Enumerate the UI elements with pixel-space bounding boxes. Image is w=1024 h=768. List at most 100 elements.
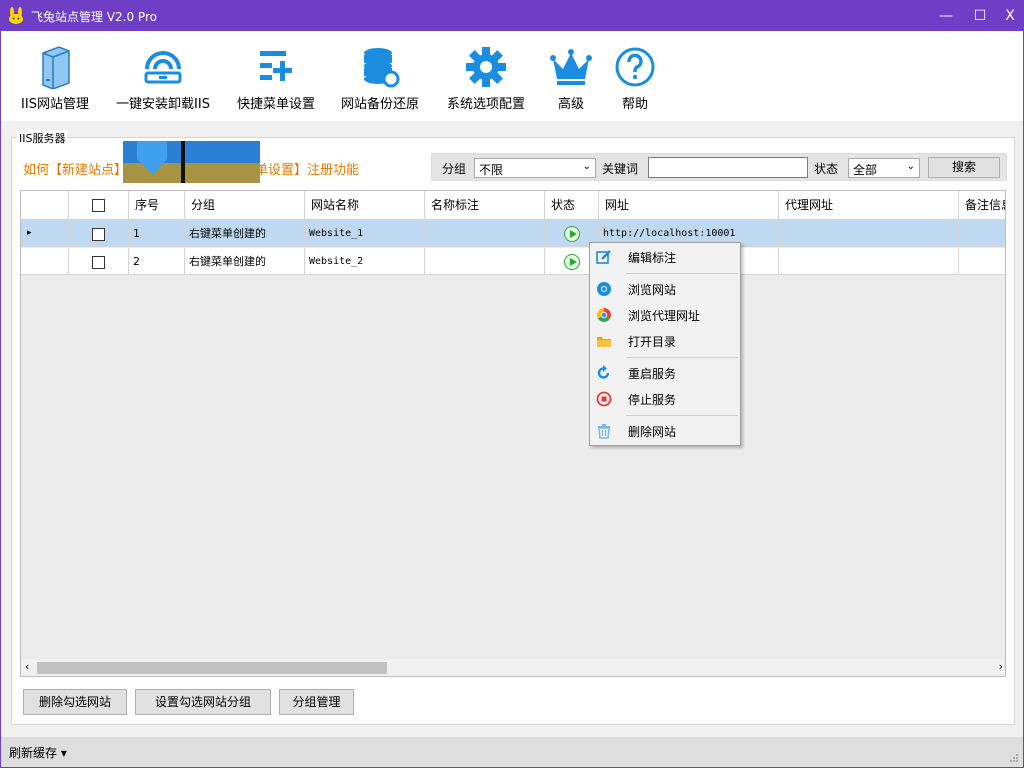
- chrome-icon: [597, 308, 611, 322]
- toolbar-label: 帮助: [621, 97, 648, 112]
- row-proxy: [779, 248, 959, 275]
- row-index: 2: [129, 248, 185, 275]
- install-disk-icon: [144, 51, 182, 84]
- browser-icon: [597, 282, 611, 296]
- edit-icon: [596, 250, 611, 264]
- row-site-name: Website_2: [305, 248, 425, 275]
- scroll-left-icon[interactable]: ‹: [25, 660, 29, 673]
- toolbar-advanced[interactable]: 高级: [547, 45, 595, 112]
- menu-item-stop[interactable]: 停止服务: [590, 387, 740, 411]
- toolbar-backup[interactable]: 网站备份还原: [335, 45, 425, 112]
- resize-grip-icon[interactable]: [1009, 753, 1019, 763]
- row-group: 右键菜单创建的: [185, 220, 305, 247]
- title-bar: 飞兔站点管理 V2.0 Pro — ☐ X: [1, 1, 1023, 31]
- header-site-name[interactable]: 网站名称: [305, 191, 425, 220]
- maximize-button[interactable]: ☐: [963, 1, 997, 31]
- menu-item-delete-site[interactable]: 删除网站: [590, 419, 740, 443]
- chevron-down-icon: ⌄: [582, 161, 591, 172]
- window-title: 飞兔站点管理 V2.0 Pro: [31, 10, 157, 24]
- close-button[interactable]: X: [993, 1, 1024, 31]
- menu-item-restart[interactable]: 重启服务: [590, 361, 740, 385]
- status-label: 状态: [814, 162, 839, 176]
- rabbit-logo-icon: [9, 7, 23, 24]
- running-status-icon[interactable]: [563, 226, 580, 242]
- context-menu: 编辑标注 浏览网站 浏览代理网址 打开目录 重启服务 停止服务 删除网站: [589, 242, 741, 446]
- select-all-checkbox[interactable]: [92, 199, 105, 212]
- filter-bar: 分组 不限 ⌄ 关键词 状态 全部 ⌄ 搜索: [431, 153, 1007, 181]
- toolbar-label: 系统选项配置: [446, 97, 525, 112]
- database-icon: [364, 48, 400, 88]
- row-site-name: Website_1: [305, 220, 425, 247]
- chevron-down-icon: ⌄: [906, 161, 915, 172]
- delete-checked-button[interactable]: 删除勾选网站: [23, 689, 127, 715]
- row-remark: [425, 248, 545, 275]
- toolbar-install-iis[interactable]: 一键安装卸载IIS: [109, 45, 217, 112]
- toolbar-label: IIS网站管理: [21, 97, 89, 112]
- table-header: 序号 分组 网站名称 名称标注 状态 网址 代理网址 备注信息: [21, 191, 1005, 220]
- menu-item-browse-proxy[interactable]: 浏览代理网址: [590, 303, 740, 327]
- row-checkbox[interactable]: [92, 255, 105, 269]
- group-filter-label: 分组: [442, 162, 467, 176]
- row-index: 1: [129, 220, 185, 247]
- list-add-icon: [260, 51, 292, 81]
- hint-right: 单设置】注册功能: [255, 163, 360, 178]
- group-manage-button[interactable]: 分组管理: [279, 689, 354, 715]
- hint-left: 如何【新建站点】: [23, 163, 128, 178]
- row-checkbox-cell[interactable]: [69, 220, 129, 247]
- menu-separator: [626, 273, 738, 274]
- header-select-all[interactable]: [69, 191, 129, 220]
- gear-icon: [466, 47, 506, 87]
- banner-image: [123, 141, 260, 183]
- horizontal-scrollbar[interactable]: ‹ ›: [21, 659, 1005, 676]
- header-note[interactable]: 备注信息: [959, 191, 1005, 220]
- toolbar-quick-menu[interactable]: 快捷菜单设置: [231, 45, 321, 112]
- keyword-label: 关键词: [602, 162, 639, 176]
- toolbar-label: 快捷菜单设置: [236, 97, 315, 112]
- header-proxy[interactable]: 代理网址: [779, 191, 959, 220]
- scroll-right-icon[interactable]: ›: [999, 660, 1003, 673]
- website-table: 序号 分组 网站名称 名称标注 状态 网址 代理网址 备注信息 ▸ 1 右键菜单…: [20, 190, 1006, 677]
- table-row[interactable]: 2 右键菜单创建的 Website_2: [21, 248, 1005, 275]
- keyword-input[interactable]: [648, 157, 808, 178]
- row-group: 右键菜单创建的: [185, 248, 305, 275]
- row-checkbox[interactable]: [92, 227, 105, 241]
- menu-item-browse-site[interactable]: 浏览网站: [590, 277, 740, 301]
- folder-icon: [597, 337, 611, 347]
- row-checkbox-cell[interactable]: [69, 248, 129, 275]
- toolbar-label: 网站备份还原: [340, 97, 419, 112]
- stop-icon: [596, 391, 612, 407]
- status-bar: 刷新缓存 ▾: [1, 737, 1023, 767]
- header-index[interactable]: 序号: [129, 191, 185, 220]
- running-status-icon[interactable]: [563, 254, 580, 270]
- toolbar: IIS网站管理 一键安装卸载IIS 快捷菜单设置 网站备份还原 系统选项配置 高…: [1, 31, 1023, 121]
- help-icon: [615, 47, 655, 87]
- minimize-button[interactable]: —: [929, 1, 963, 31]
- row-pointer: [21, 248, 69, 275]
- refresh-cache-dropdown[interactable]: 刷新缓存 ▾: [9, 744, 67, 761]
- toolbar-iis-manage[interactable]: IIS网站管理: [15, 45, 95, 112]
- restart-icon: [597, 365, 610, 379]
- group-select[interactable]: 不限 ⌄: [474, 158, 596, 178]
- toolbar-options[interactable]: 系统选项配置: [441, 45, 531, 112]
- header-url[interactable]: 网址: [599, 191, 779, 220]
- table-row[interactable]: ▸ 1 右键菜单创建的 Website_1 http://localhost:1…: [21, 220, 1005, 247]
- server-icon: [42, 46, 70, 89]
- row-proxy: [779, 220, 959, 247]
- toolbar-help[interactable]: 帮助: [611, 45, 659, 112]
- row-remark: [425, 220, 545, 247]
- menu-separator: [626, 415, 738, 416]
- menu-item-edit-remark[interactable]: 编辑标注: [590, 245, 740, 269]
- header-remark[interactable]: 名称标注: [425, 191, 545, 220]
- menu-separator: [626, 357, 738, 358]
- header-group[interactable]: 分组: [185, 191, 305, 220]
- search-button[interactable]: 搜索: [928, 157, 1000, 178]
- crown-icon: [550, 49, 592, 85]
- menu-item-open-folder[interactable]: 打开目录: [590, 329, 740, 353]
- header-status[interactable]: 状态: [545, 191, 599, 220]
- trash-icon: [598, 424, 610, 439]
- set-group-button[interactable]: 设置勾选网站分组: [135, 689, 271, 715]
- status-select[interactable]: 全部 ⌄: [848, 158, 920, 178]
- scrollbar-thumb[interactable]: [37, 662, 387, 674]
- group-title: IIS服务器: [17, 130, 68, 146]
- main-window: 飞兔站点管理 V2.0 Pro — ☐ X IIS网站管理 一键安装卸载IIS: [0, 0, 1024, 768]
